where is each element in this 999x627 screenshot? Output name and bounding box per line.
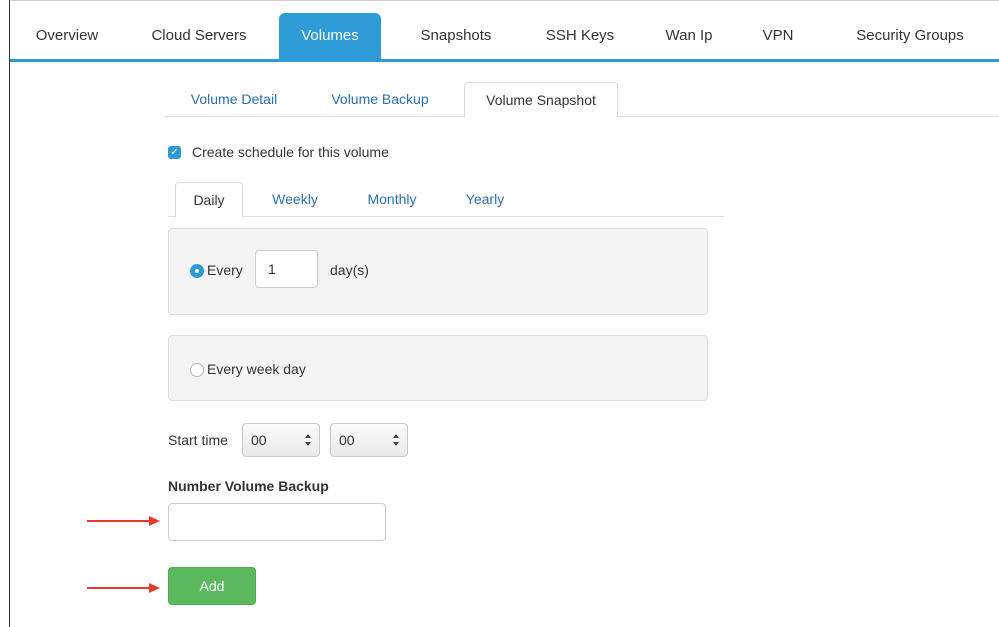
select-arrows-icon — [393, 434, 399, 446]
tab-daily[interactable]: Daily — [175, 182, 243, 218]
number-backup-label: Number Volume Backup — [168, 478, 329, 494]
tab-monthly[interactable]: Monthly — [357, 182, 427, 216]
every-weekday-panel: Every week day — [168, 335, 708, 401]
add-button[interactable]: Add — [168, 567, 256, 605]
start-hour-value: 00 — [251, 432, 267, 448]
tab-security-groups[interactable]: Security Groups — [844, 13, 976, 59]
every-n-days-radio[interactable] — [190, 264, 204, 278]
start-minute-select[interactable]: 00 — [330, 423, 408, 457]
tab-yearly[interactable]: Yearly — [453, 182, 517, 216]
every-days-input[interactable] — [255, 250, 318, 288]
start-minute-value: 00 — [339, 432, 355, 448]
tab-snapshots[interactable]: Snapshots — [410, 13, 502, 59]
days-unit-label: day(s) — [330, 262, 369, 278]
tab-wan-ip[interactable]: Wan Ip — [658, 13, 720, 59]
select-arrows-icon — [305, 434, 311, 446]
tab-cloud-servers[interactable]: Cloud Servers — [143, 13, 255, 59]
frequency-tabs: Daily Weekly Monthly Yearly — [168, 182, 724, 218]
tab-overview[interactable]: Overview — [32, 13, 102, 59]
frame-left-border — [9, 0, 10, 627]
every-label: Every — [207, 262, 243, 278]
annotation-arrow-icon — [87, 583, 160, 593]
every-weekday-label: Every week day — [207, 361, 306, 377]
tab-volumes[interactable]: Volumes — [279, 13, 381, 59]
schedule-checkbox-label: Create schedule for this volume — [192, 144, 389, 160]
tab-ssh-keys[interactable]: SSH Keys — [537, 13, 623, 59]
annotation-arrow-icon — [87, 516, 160, 526]
start-hour-select[interactable]: 00 — [242, 423, 320, 457]
tab-volume-backup[interactable]: Volume Backup — [320, 82, 440, 116]
schedule-checkbox-row[interactable]: ✓ Create schedule for this volume — [168, 143, 389, 161]
every-weekday-radio[interactable] — [190, 363, 204, 377]
schedule-checkbox[interactable]: ✓ — [168, 145, 181, 159]
top-nav-tabs: Overview Cloud Servers Volumes Snapshots… — [10, 1, 999, 62]
tab-weekly[interactable]: Weekly — [262, 182, 328, 216]
every-n-days-panel: Every day(s) — [168, 228, 708, 315]
number-backup-input[interactable] — [168, 503, 386, 541]
tab-volume-detail[interactable]: Volume Detail — [179, 82, 289, 116]
tab-volume-snapshot[interactable]: Volume Snapshot — [464, 82, 618, 118]
volume-sub-tabs: Volume Detail Volume Backup Volume Snaps… — [165, 82, 999, 118]
start-time-label: Start time — [168, 432, 228, 448]
tab-vpn[interactable]: VPN — [756, 13, 800, 59]
